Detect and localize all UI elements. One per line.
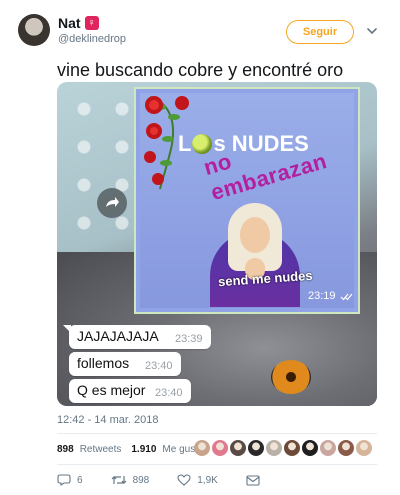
chat-time: 23:40	[155, 387, 183, 399]
chat-time: 23:40	[145, 360, 173, 372]
display-name[interactable]: Nat	[58, 15, 81, 31]
liker-avatar[interactable]	[230, 440, 246, 456]
likes-count[interactable]: 1.910	[131, 444, 156, 455]
image-card[interactable]: L s NUDES no embarazan send me nudes 23:…	[134, 87, 360, 314]
liker-avatar[interactable]	[356, 440, 372, 456]
liker-avatar[interactable]	[320, 440, 336, 456]
retweet-count: 898	[132, 474, 150, 486]
liker-avatar[interactable]	[338, 440, 354, 456]
forward-arrow-icon	[106, 197, 119, 207]
card-title-prefix: L	[178, 131, 192, 156]
message-button[interactable]	[246, 474, 260, 486]
reply-count: 6	[77, 474, 83, 486]
tweet-header: Nat ♀ @deklinedrop Seguir	[18, 12, 388, 52]
retweet-icon	[111, 476, 126, 484]
liker-avatars	[194, 440, 372, 456]
heart-icon	[177, 474, 191, 486]
tweet-stats: 898 Retweets 1.910 Me gusta	[57, 444, 204, 455]
avatar[interactable]	[18, 14, 50, 46]
divider	[57, 433, 377, 434]
name-row: Nat ♀	[58, 15, 99, 31]
chat-message: Q es mejor	[77, 382, 146, 398]
like-button[interactable]: 1,9K	[177, 474, 218, 486]
chat-bubble: follemos 23:40	[69, 352, 181, 376]
liker-avatar[interactable]	[194, 440, 210, 456]
envelope-icon	[246, 474, 260, 486]
follow-button[interactable]: Seguir	[286, 20, 354, 44]
double-check-icon	[340, 293, 353, 301]
liker-avatar[interactable]	[248, 440, 264, 456]
retweet-button[interactable]: 898	[111, 474, 150, 486]
bubble-tail	[63, 325, 71, 333]
like-count: 1,9K	[197, 474, 218, 486]
chat-message: follemos	[77, 355, 130, 371]
card-subtitle: no embarazan	[200, 148, 330, 206]
female-symbol-icon: ♀	[84, 16, 99, 30]
card-timestamp: 23:19	[308, 290, 336, 302]
cat-eye	[271, 360, 311, 394]
retweets-label[interactable]: Retweets	[80, 444, 122, 455]
tweet-timestamp[interactable]: 12:42 - 14 mar. 2018	[57, 414, 159, 426]
olive-icon	[192, 134, 213, 154]
madonna-face	[240, 217, 270, 253]
reply-button[interactable]: 6	[57, 474, 83, 486]
chat-bubble: JAJAJAJAJA 23:39	[63, 325, 211, 349]
chevron-down-icon[interactable]	[366, 25, 378, 37]
share-button[interactable]	[97, 188, 127, 218]
chat-time: 23:39	[175, 333, 203, 345]
tweet-actions: 6 898 1,9K	[57, 474, 288, 486]
tweet-text: vine buscando cobre y encontré oro	[57, 60, 344, 80]
tweet-media[interactable]: L s NUDES no embarazan send me nudes 23:…	[57, 82, 377, 406]
retweets-count[interactable]: 898	[57, 444, 74, 455]
user-handle[interactable]: @deklinedrop	[58, 33, 126, 45]
divider	[57, 464, 377, 465]
liker-avatar[interactable]	[212, 440, 228, 456]
card-background: L s NUDES no embarazan send me nudes 23:…	[140, 93, 354, 308]
liker-avatar[interactable]	[284, 440, 300, 456]
madonna-figure	[210, 203, 300, 307]
liker-avatar[interactable]	[266, 440, 282, 456]
reply-icon	[57, 474, 71, 486]
chat-message: JAJAJAJAJA	[77, 328, 159, 344]
liker-avatar[interactable]	[302, 440, 318, 456]
chat-bubble: Q es mejor 23:40	[69, 379, 191, 403]
